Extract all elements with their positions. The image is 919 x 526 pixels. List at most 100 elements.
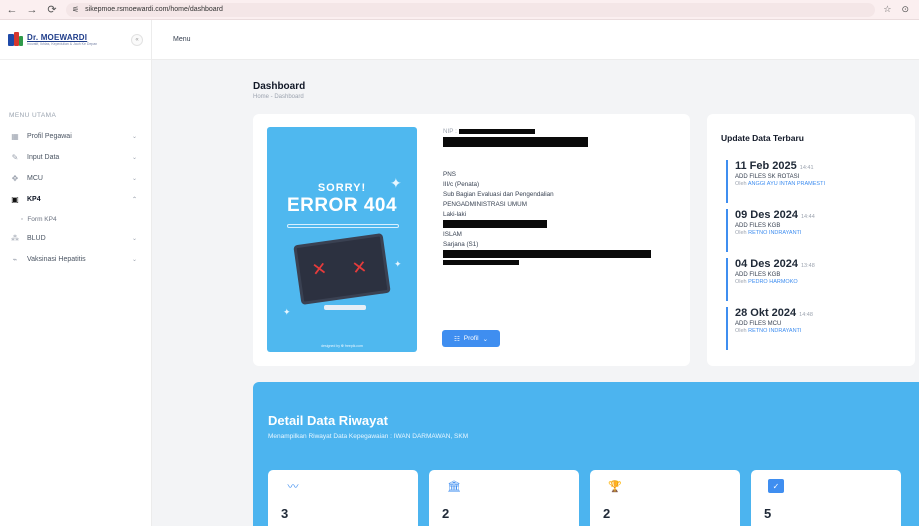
reload-icon[interactable]: ⟳ <box>46 4 58 16</box>
address-bar[interactable]: ⚟ sikepmoe.rsmoewardi.com/home/dashboard <box>66 2 876 17</box>
topbar: Menu <box>152 20 919 60</box>
menu-link[interactable]: Menu <box>173 36 191 43</box>
gender: Laki-laki <box>443 211 467 218</box>
update-date: 09 Des 2024 <box>735 209 798 221</box>
unit-line-1: Sub Bagian Evaluasi dan Pengendalian <box>443 191 554 198</box>
syringe-icon: ⌁ <box>12 255 18 264</box>
url-text: sikepmoe.rsmoewardi.com/home/dashboard <box>85 6 223 13</box>
poster-credit: designed by ❁ freepik.com <box>321 344 363 348</box>
brand-name: Dr. MOEWARDI <box>27 33 88 42</box>
update-user[interactable]: ANGGI AYU INTAN PRAMESTI <box>748 181 825 187</box>
poster-sorry-text: SORRY! <box>317 182 367 194</box>
chevron-up-icon: ⌃ <box>131 197 137 203</box>
stat-card-trend[interactable]: 〰 3 <box>268 470 418 526</box>
forward-icon[interactable]: → <box>26 4 38 16</box>
edit-icon: ✎ <box>11 153 19 162</box>
list-item: 04 Des 2024 13:48 ADD FILES KGB Oleh PEDR… <box>726 258 906 301</box>
sidebar-item-label: MCU <box>27 175 43 182</box>
rank: III/c (Penata) <box>443 181 480 188</box>
logo[interactable]: Dr. MOEWARDI Inovatif, Ikhlas, Kepedulia… <box>0 20 151 60</box>
update-by-prefix: Oleh <box>735 181 747 187</box>
profile-card: ✦ SORRY! ERROR 404 ✕ ✕ ✦ ✦ designed by ❁… <box>253 114 690 366</box>
sidebar-item-label: BLUD <box>27 235 46 242</box>
poster-bar <box>287 224 399 228</box>
list-icon: ☷ <box>453 335 460 343</box>
list-item: 28 Okt 2024 14:48 ADD FILES MCU Oleh RETN… <box>726 307 906 350</box>
document-icon: ▣ <box>11 195 19 204</box>
trophy-icon: 🏆 <box>608 480 622 493</box>
sidebar-item-blud[interactable]: ⁂ BLUD ⌄ <box>0 228 151 249</box>
page-title: Dashboard <box>253 81 306 92</box>
sidebar-item-kp4[interactable]: ▣ KP4 ⌃ <box>0 189 151 210</box>
redacted-name <box>443 137 588 147</box>
stat-card-folder[interactable]: ✓ 5 <box>751 470 901 526</box>
update-user[interactable]: PEDRO HARMOKO <box>748 279 798 285</box>
institution-icon: 🏛 <box>447 480 461 493</box>
update-by-prefix: Oleh <box>735 279 747 285</box>
broken-monitor-icon: ✕ ✕ <box>293 233 391 305</box>
employment-status: PNS <box>443 171 456 178</box>
list-item: 11 Feb 2025 14:41 ADD FILES SK ROTASI Ole… <box>726 160 906 203</box>
redacted-field <box>443 220 547 229</box>
sidebar-item-profil-pegawai[interactable]: ▦ Profil Pegawai ⌄ <box>0 126 151 147</box>
profil-button-label: Profil <box>463 335 479 342</box>
stat-card-award[interactable]: 🏆 2 <box>590 470 740 526</box>
sidebar-subitem-form-kp4[interactable]: ◦ Form KP4 <box>0 210 151 228</box>
stat-value: 5 <box>764 506 772 521</box>
site-settings-icon[interactable]: ⚟ <box>72 5 79 14</box>
religion: ISLAM <box>443 231 462 238</box>
redacted-row <box>443 220 683 230</box>
redacted-nip <box>458 128 535 134</box>
update-time: 14:48 <box>799 312 813 318</box>
collapse-sidebar-button[interactable]: « <box>131 33 143 46</box>
update-action: ADD FILES SK ROTASI <box>735 174 800 180</box>
sidebar-item-label: Vaksinasi Hepatitis <box>27 256 86 263</box>
update-action: ADD FILES MCU <box>735 321 782 327</box>
menu-heading: MENU UTAMA <box>9 112 57 119</box>
back-icon[interactable]: ← <box>6 4 18 16</box>
sidebar-menu: ▦ Profil Pegawai ⌄ ✎ Input Data ⌄ ✥ MCU … <box>0 126 151 270</box>
sparkle-icon: ✦ <box>283 307 291 317</box>
poster-error-text: ERROR 404 <box>286 195 398 216</box>
profile-info: NIP : PNS III/c (Penata) Sub Bagian Eval… <box>443 127 683 266</box>
browser-toolbar: ← → ⟳ ⚟ sikepmoe.rsmoewardi.com/home/das… <box>0 0 919 20</box>
riwayat-banner: Detail Data Riwayat Menampilkan Riwayat … <box>253 382 919 526</box>
name-row <box>443 137 683 147</box>
update-time: 14:44 <box>801 214 815 220</box>
update-time: 13:48 <box>801 263 815 269</box>
update-card: Update Data Terbaru 11 Feb 2025 14:41 ADD… <box>707 114 915 366</box>
x-eye-icon: ✕ <box>350 256 369 279</box>
education: Sarjana (S1) <box>443 241 479 248</box>
sidebar-item-mcu[interactable]: ✥ MCU ⌄ <box>0 168 151 189</box>
stat-value: 2 <box>442 506 450 521</box>
hospital-logo-icon <box>8 32 23 47</box>
update-list: 11 Feb 2025 14:41 ADD FILES SK ROTASI Ole… <box>726 160 906 356</box>
redacted-row <box>443 260 683 266</box>
list-item: 09 Des 2024 14:44 ADD FILES KGB Oleh RETN… <box>726 209 906 252</box>
monitor-stand <box>324 305 366 310</box>
medical-icon: ✥ <box>11 174 19 183</box>
update-action: ADD FILES KGB <box>735 272 781 278</box>
profile-icon[interactable]: ⊙ <box>901 4 909 15</box>
chevron-down-icon: ⌄ <box>482 335 489 343</box>
update-user[interactable]: RETNO INDRAYANTI <box>748 230 801 236</box>
profile-card-icon: ▦ <box>11 132 19 141</box>
update-date: 04 Des 2024 <box>735 258 798 270</box>
sidebar-item-vaksinasi-hepatitis[interactable]: ⌁ Vaksinasi Hepatitis ⌄ <box>0 249 151 270</box>
redacted-row <box>443 250 683 260</box>
sparkle-icon: ✦ <box>394 259 402 269</box>
profil-button[interactable]: ☷ Profil ⌄ <box>442 330 500 347</box>
update-user[interactable]: RETNO INDRAYANTI <box>748 328 801 334</box>
stat-card-institution[interactable]: 🏛 2 <box>429 470 579 526</box>
redacted-field <box>443 250 651 259</box>
breadcrumb: Home - Dashboard <box>253 94 304 100</box>
bookmark-star-icon[interactable]: ☆ <box>883 4 891 15</box>
sidebar-item-input-data[interactable]: ✎ Input Data ⌄ <box>0 147 151 168</box>
redacted-field <box>443 260 519 265</box>
update-time: 14:41 <box>799 165 814 171</box>
update-by-prefix: Oleh <box>735 328 747 334</box>
sidebar-item-label: Input Data <box>27 154 60 161</box>
brand-tagline: Inovatif, Ikhlas, Kepedulian & Jauh Ke D… <box>27 42 98 46</box>
chevron-down-icon: ⌄ <box>131 155 137 161</box>
update-by-prefix: Oleh <box>735 230 747 236</box>
